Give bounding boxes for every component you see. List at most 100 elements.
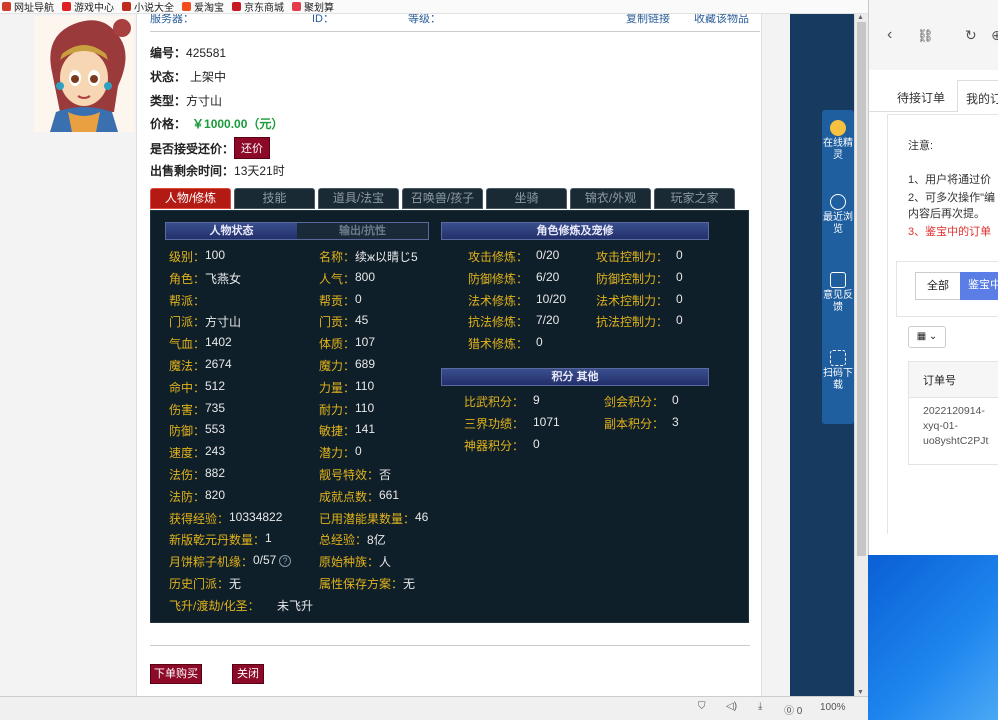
online-sprite-label: 在线精灵 <box>823 138 853 161</box>
menu-icon[interactable]: ⊕ <box>991 27 998 44</box>
stat-right-value: 46 <box>415 509 429 524</box>
order-col-header: 订单号 <box>909 362 998 398</box>
stat-left-value: 未飞升 <box>277 598 314 613</box>
desktop-wallpaper <box>868 555 998 720</box>
stat-right-label: 靓号特效： <box>319 468 380 482</box>
order-row[interactable]: 2022120914- xyq-01- uo8yshtC2PJt <box>909 398 998 449</box>
tab-5[interactable]: 锦衣/外观 <box>570 188 651 209</box>
points-value: 9 <box>533 393 540 407</box>
stat-right-value: 45 <box>355 313 369 328</box>
juhuasuan-icon <box>292 2 301 11</box>
bookmark-item[interactable]: 聚划算 <box>292 0 334 13</box>
notification-count[interactable]: ⓪ 0 <box>784 702 802 717</box>
tab-6[interactable]: 玩家之家 <box>654 188 735 209</box>
server-label: 服务器： <box>150 14 194 25</box>
stat-left-value: 1 <box>265 531 272 546</box>
close-button[interactable]: 关闭 <box>232 664 264 684</box>
clock-icon <box>830 194 846 210</box>
page-scrollbar[interactable]: ▲ ▼ <box>854 14 868 696</box>
bookmark-item[interactable]: 游戏中心 <box>62 0 114 14</box>
filter-all-button[interactable]: 全部 <box>915 272 961 300</box>
recent-browse-button[interactable]: 最近浏览 <box>822 194 854 236</box>
points-b-label: 剑会积分： <box>604 395 665 409</box>
scan-icon <box>830 350 846 366</box>
number-label: 编号： <box>150 46 187 60</box>
stat-left-value: 飞燕女 <box>205 271 242 286</box>
stat-left-label: 法伤： <box>169 468 206 482</box>
help-icon[interactable]: ? <box>279 555 291 568</box>
stat-left-value: 735 <box>205 400 226 415</box>
stat-left-label: 级别： <box>169 250 206 264</box>
link-icon[interactable]: ⛓ <box>917 28 934 44</box>
order-id-2: xyq-01- <box>923 420 959 432</box>
cultivation-title: 角色修炼及宠修 <box>442 223 708 239</box>
filter-box: 全部 鉴宝中 <box>896 261 998 317</box>
points-value: 1071 <box>533 414 560 429</box>
shield-icon[interactable]: ⛉ <box>698 701 706 712</box>
cultivation-header: 角色修炼及宠修 <box>441 222 709 240</box>
stat-right-label: 敏捷： <box>319 424 356 439</box>
stat-left-label: 法防： <box>169 489 206 504</box>
points-b-value: 0 <box>672 393 679 407</box>
remain-value: 13天21时 <box>234 164 285 178</box>
char-status-header: 人物状态 输出/抗性 <box>165 222 429 240</box>
back-icon[interactable]: ‹ <box>887 26 892 44</box>
stat-right-value: 141 <box>355 422 376 437</box>
avatar <box>34 16 134 132</box>
note-line-2: 2、可多次操作"编 <box>908 192 996 204</box>
scroll-thumb[interactable] <box>857 22 866 556</box>
stat-left-label: 历史门派： <box>169 577 230 591</box>
zoom-level[interactable]: 100% <box>820 702 846 713</box>
bookmark-item[interactable]: 小说大全 <box>122 0 174 14</box>
tab-my-orders[interactable]: 我的订 <box>957 80 998 112</box>
scan-download-button[interactable]: 扫码下载 <box>822 350 854 392</box>
status-bar: ⛉ ◁) ⤓ ⓪ 0 100% <box>0 696 868 720</box>
tab-1[interactable]: 技能 <box>234 188 315 209</box>
scroll-up-icon[interactable]: ▲ <box>857 14 864 21</box>
grid-view-toggle[interactable]: ▦ ⌄ <box>908 326 946 348</box>
points-b-label: 副本积分： <box>604 416 665 431</box>
tab-3[interactable]: 召唤兽/孩子 <box>402 188 483 209</box>
bookmark-item[interactable]: 京东商城 <box>232 0 284 13</box>
tab-4[interactable]: 坐骑 <box>486 188 567 209</box>
stat-right-label: 耐力： <box>319 402 356 417</box>
tab-char-status[interactable]: 人物状态 <box>166 223 297 239</box>
type-label: 类型： <box>150 94 187 108</box>
speaker-icon[interactable]: ◁) <box>726 701 737 712</box>
bargain-label: 是否接受还价： <box>150 141 235 156</box>
filter-active-button[interactable]: 鉴宝中 <box>960 272 998 300</box>
buy-button[interactable]: 下单购买 <box>150 664 202 684</box>
float-toolbar: 在线精灵 最近浏览 意见反馈 扫码下载 <box>822 110 854 424</box>
taobao-icon <box>182 2 191 11</box>
bookmark-item[interactable]: 网址导航 <box>2 0 54 13</box>
refresh-icon[interactable]: ↻ <box>965 27 977 44</box>
stat-left-label: 新版乾元丹数量： <box>169 533 266 548</box>
bookmark-label: 游戏中心 <box>74 3 114 14</box>
collect-link[interactable]: 收藏该物品 <box>694 14 749 26</box>
online-sprite-button[interactable]: 在线精灵 <box>822 120 854 162</box>
recent-browse-label: 最近浏览 <box>823 212 853 235</box>
stat-left-label: 帮派： <box>169 293 206 308</box>
tab-0[interactable]: 人物/修炼 <box>150 188 231 209</box>
scroll-down-icon[interactable]: ▼ <box>857 689 864 696</box>
tab-2[interactable]: 道具/法宝 <box>318 188 399 209</box>
stat-right-label: 名称： <box>319 250 356 264</box>
control-label: 攻击控制力： <box>596 250 669 264</box>
feedback-button[interactable]: 意见反馈 <box>822 272 854 314</box>
stat-left-value: 10334822 <box>229 509 283 524</box>
stat-right-label: 已用潜能果数量： <box>319 511 416 526</box>
stat-right-label: 帮贡： <box>319 293 356 308</box>
tab-pending-orders[interactable]: 待接订单 <box>897 89 945 106</box>
copy-link[interactable]: 复制链接 <box>626 14 670 26</box>
stat-left-label: 防御： <box>169 424 206 439</box>
bargain-button[interactable]: 还价 <box>234 137 271 159</box>
cultivation-value: 6/20 <box>536 269 560 284</box>
download-icon[interactable]: ⤓ <box>758 701 762 712</box>
stat-left-value: 553 <box>205 422 226 437</box>
stat-right-value: 110 <box>355 378 375 393</box>
bookmark-item[interactable]: 爱淘宝 <box>182 0 224 13</box>
bookmark-label: 小说大全 <box>134 3 174 14</box>
tab-output-resist[interactable]: 输出/抗性 <box>297 223 428 239</box>
stat-right-value: 661 <box>379 487 400 502</box>
points-label: 三界功绩： <box>464 416 525 431</box>
